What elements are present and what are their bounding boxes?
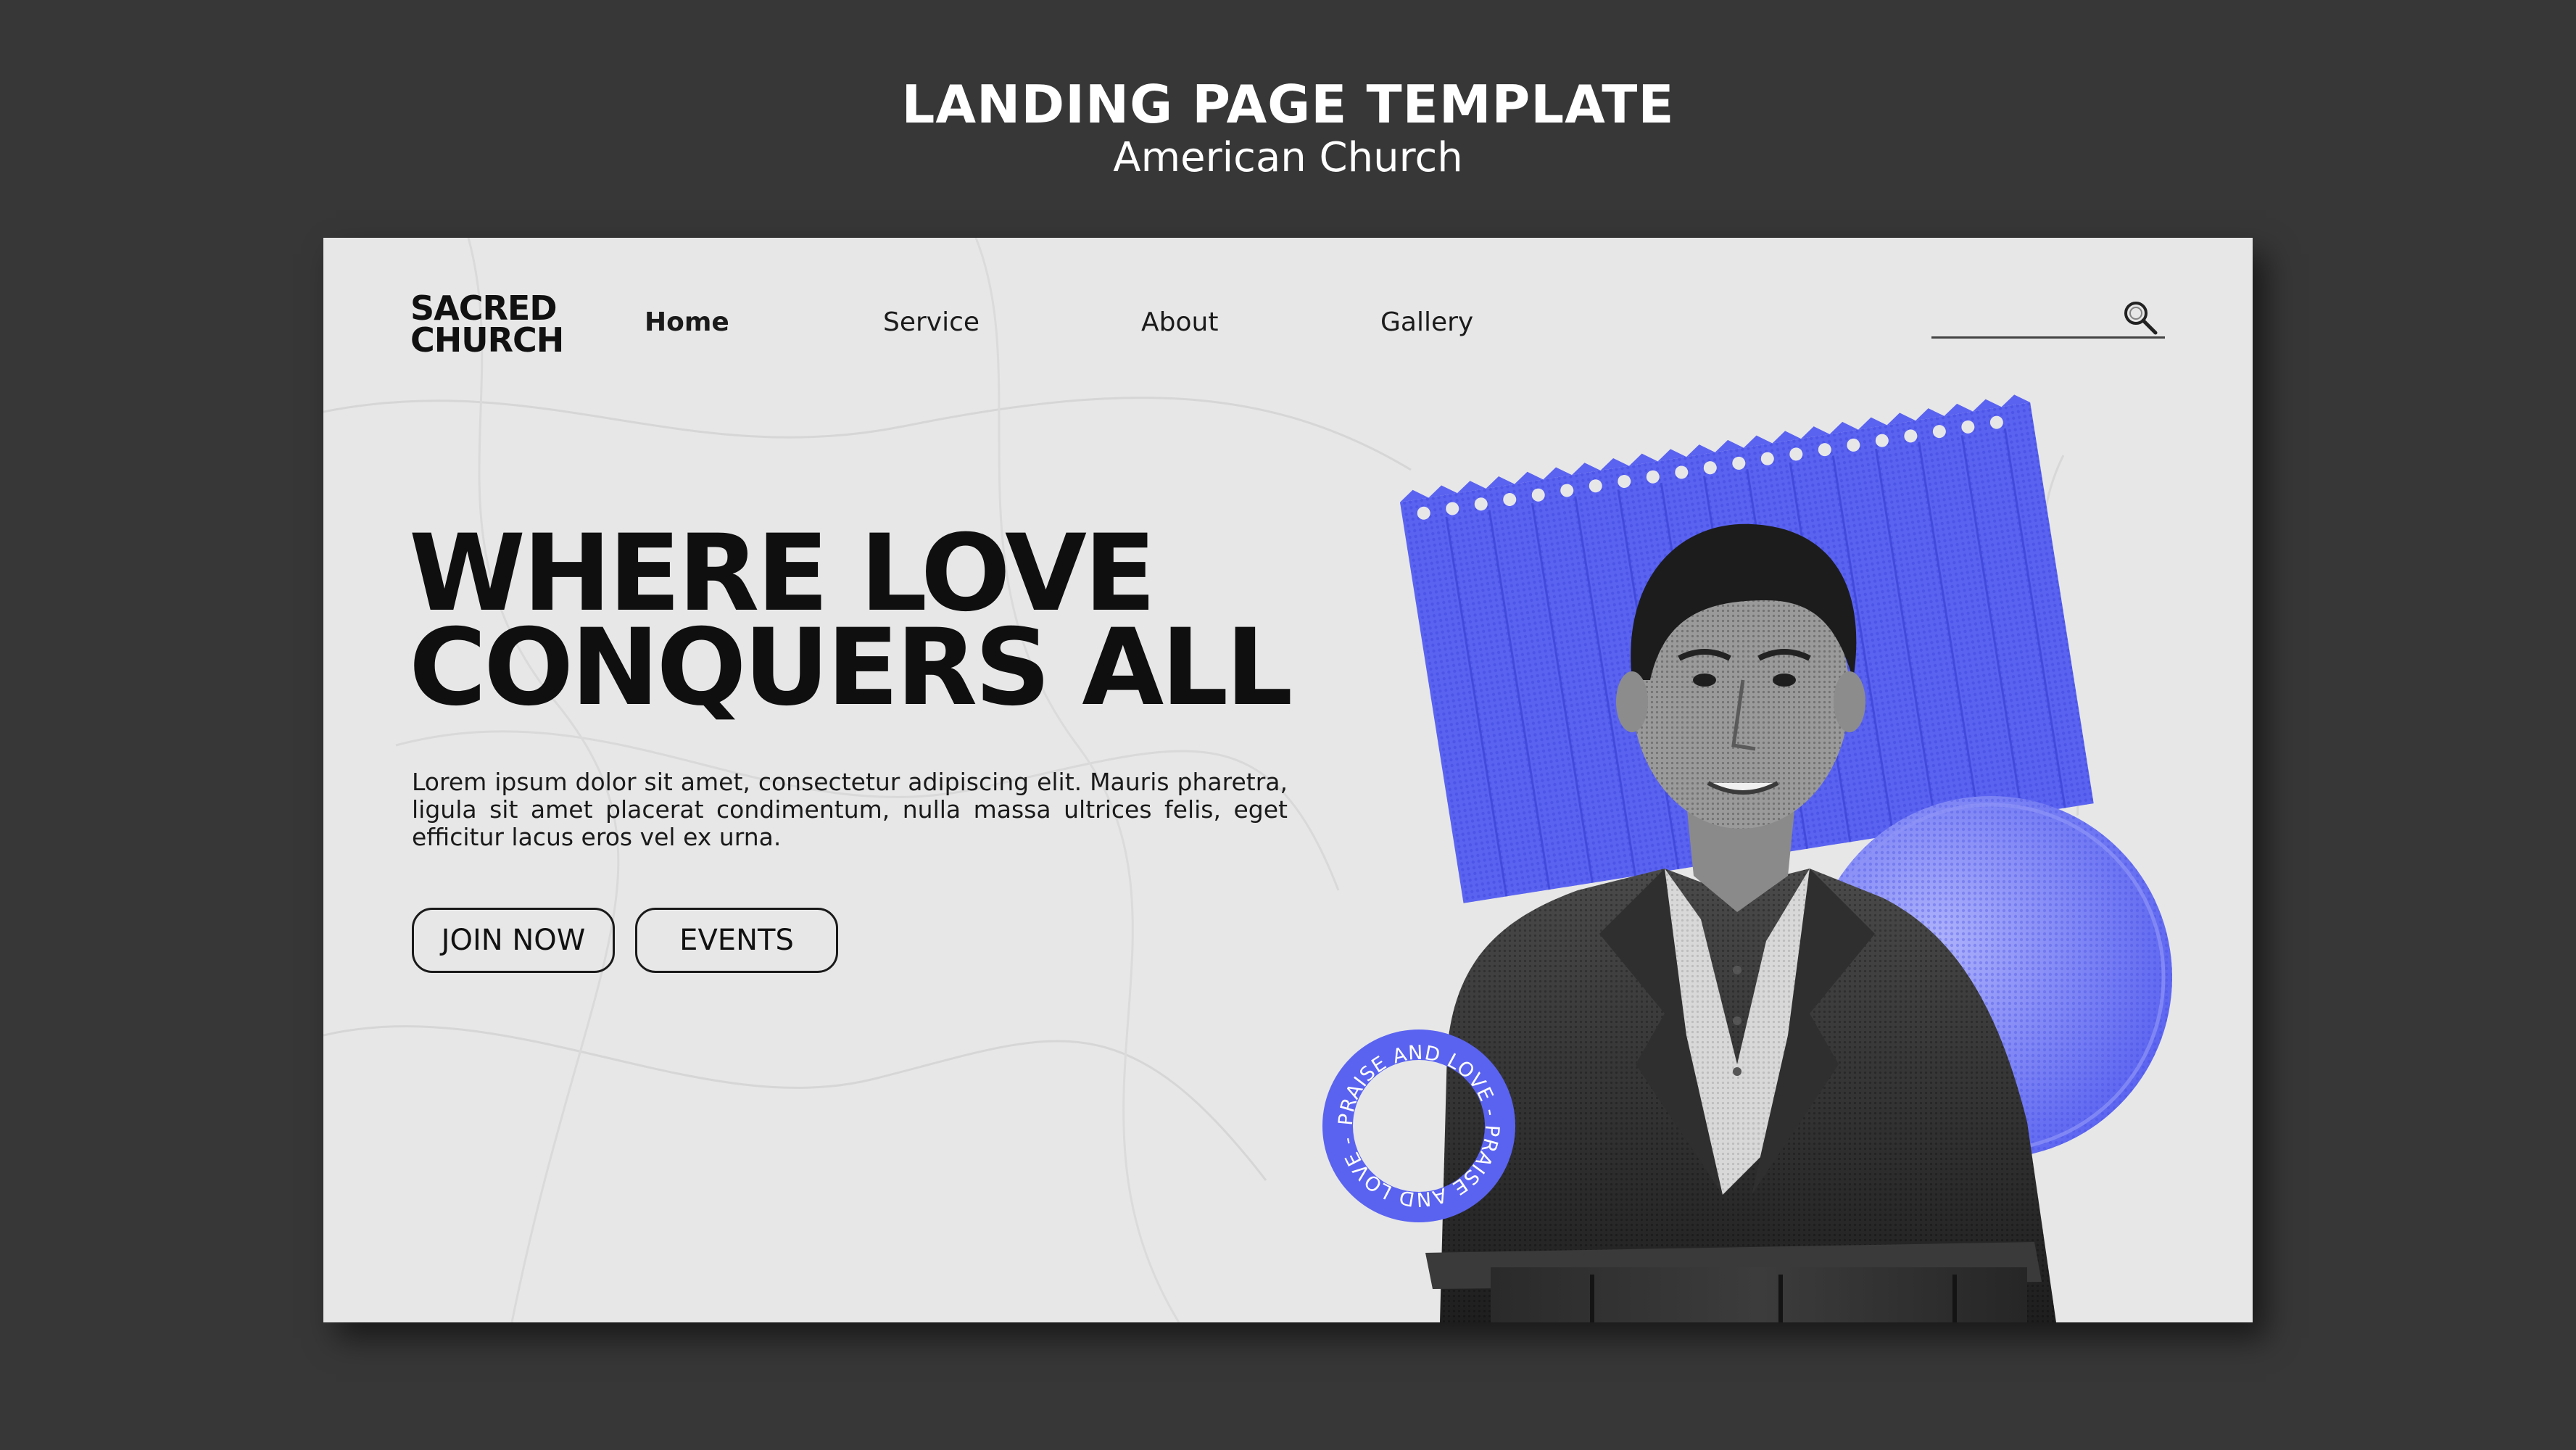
nav-item-home[interactable]: Home xyxy=(645,307,729,337)
hero-headline-line-2: CONQUERS ALL xyxy=(409,606,1293,729)
hero-collage: PRAISE AND LOVE - PRAISE AND LOVE - PRAI… xyxy=(1259,339,2172,1322)
landing-page-mockup: SACRED CHURCH Home Service About Gallery… xyxy=(323,238,2253,1322)
nav-item-about[interactable]: About xyxy=(1141,307,1218,337)
nav-item-gallery[interactable]: Gallery xyxy=(1380,307,1473,337)
search-bar xyxy=(1931,296,2165,339)
search-icon[interactable] xyxy=(2121,299,2159,336)
showcase-title: LANDING PAGE TEMPLATE xyxy=(901,74,1675,135)
events-button[interactable]: EVENTS xyxy=(635,908,838,973)
church-logo[interactable]: SACRED CHURCH xyxy=(410,291,570,360)
nav-item-service[interactable]: Service xyxy=(883,307,980,337)
hero-headline: WHERE LOVE CONQUERS ALL xyxy=(409,521,1293,729)
logo-line-2: CHURCH xyxy=(410,320,564,360)
search-input[interactable] xyxy=(1931,302,2116,332)
hero-description: Lorem ipsum dolor sit amet, consectetur … xyxy=(412,768,1288,851)
showcase-subtitle: American Church xyxy=(1113,134,1463,181)
join-now-button[interactable]: JOIN NOW xyxy=(412,908,615,973)
